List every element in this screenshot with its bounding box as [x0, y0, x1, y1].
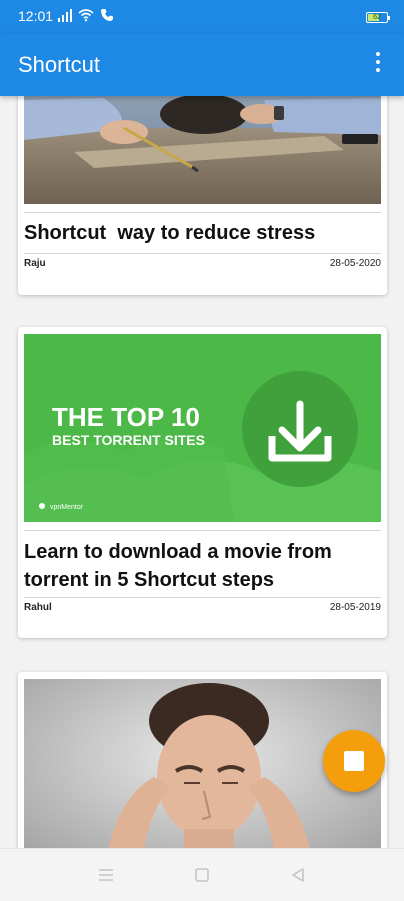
divider	[24, 253, 381, 254]
battery-icon: 62	[366, 12, 390, 23]
banner-heading: THE TOP 10	[52, 402, 200, 432]
status-time: 12:01	[18, 8, 54, 24]
article-card[interactable]: THE TOP 10 BEST TORRENT SITES vpnMentor …	[18, 327, 387, 638]
article-title[interactable]: Shortcut way to reduce stress	[24, 219, 381, 247]
article-card[interactable]: Shortcut way to reduce stress Raju 28-05…	[18, 96, 387, 295]
back-triangle-icon[interactable]	[288, 865, 308, 885]
divider	[24, 597, 381, 598]
status-icons	[58, 8, 114, 22]
system-nav-bar	[0, 848, 404, 901]
app-title: Shortcut	[18, 52, 100, 77]
article-title[interactable]: Learn to download a movie from torrent i…	[24, 538, 381, 594]
battery-percent: 62	[373, 14, 381, 21]
call-icon	[101, 9, 113, 21]
menu-icon[interactable]	[96, 865, 116, 885]
stop-icon	[344, 751, 364, 771]
article-image	[24, 96, 381, 204]
banner-badge: vpnMentor	[50, 504, 84, 511]
banner-subheading: BEST TORRENT SITES	[52, 432, 205, 448]
wifi-icon	[78, 9, 94, 22]
app-bar: Shortcut	[0, 34, 404, 96]
article-image: THE TOP 10 BEST TORRENT SITES vpnMentor	[24, 334, 381, 522]
article-date: 28-05-2020	[329, 258, 381, 269]
article-author: Raju	[24, 258, 46, 269]
signal-icon	[58, 8, 72, 22]
divider	[24, 530, 381, 531]
article-author: Rahul	[24, 602, 52, 613]
fab-button[interactable]	[323, 730, 385, 792]
overflow-menu-icon[interactable]	[366, 52, 390, 78]
home-square-icon[interactable]	[192, 865, 212, 885]
status-bar: 12:01 62	[0, 0, 404, 34]
article-date: 28-05-2019	[329, 602, 381, 613]
divider	[24, 212, 381, 213]
